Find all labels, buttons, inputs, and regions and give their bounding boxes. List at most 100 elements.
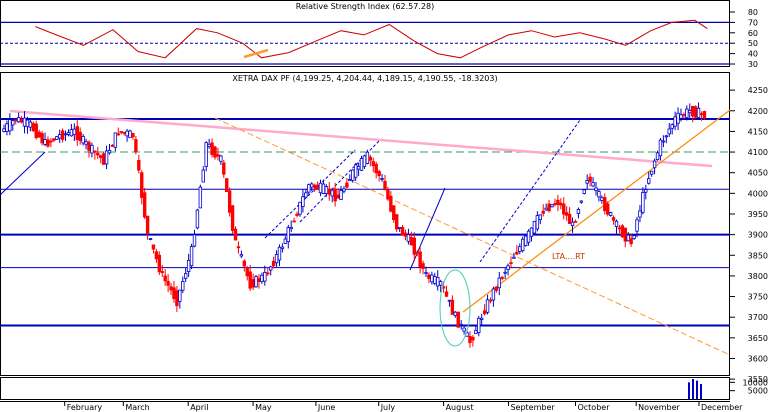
candle-body bbox=[268, 266, 273, 271]
candle-body bbox=[266, 272, 270, 275]
candle-body bbox=[535, 215, 540, 230]
candle-body bbox=[154, 251, 159, 260]
candle-body bbox=[532, 220, 537, 234]
candle-body bbox=[96, 152, 100, 156]
month-label: September bbox=[510, 403, 555, 412]
rsi-y-axis: 3040 5060 7080 bbox=[730, 8, 758, 69]
candle-body bbox=[614, 220, 619, 227]
candle-body bbox=[213, 146, 217, 158]
candle-body bbox=[509, 262, 513, 264]
candle-body bbox=[251, 279, 255, 288]
candle-body bbox=[137, 160, 141, 171]
candle-body bbox=[494, 286, 499, 291]
candle-body bbox=[46, 139, 50, 147]
candle-body bbox=[518, 246, 522, 252]
candle-body bbox=[696, 107, 701, 118]
candle-body bbox=[192, 234, 197, 247]
candle-body bbox=[295, 213, 299, 216]
candle-body bbox=[204, 142, 208, 167]
rsi-tick-label: 60 bbox=[748, 29, 758, 38]
candle-body bbox=[392, 205, 396, 221]
volume-tick-label: 5000 bbox=[748, 387, 768, 396]
candle-body bbox=[248, 271, 252, 289]
month-label: June bbox=[317, 403, 336, 412]
candle-body bbox=[69, 129, 74, 137]
candle-body bbox=[330, 190, 334, 197]
candle-body bbox=[207, 143, 211, 147]
candle-body bbox=[107, 150, 112, 154]
candle-body bbox=[559, 202, 563, 206]
candle-body bbox=[550, 204, 554, 208]
candle-body bbox=[638, 210, 642, 218]
candle-body bbox=[573, 220, 578, 223]
candle-body bbox=[702, 111, 707, 118]
candle-body bbox=[342, 188, 346, 192]
price-tick-label: 3850 bbox=[748, 251, 768, 260]
candle-body bbox=[87, 141, 91, 151]
candle-body bbox=[623, 227, 627, 242]
candle-body bbox=[603, 197, 607, 212]
price-tick-label: 4200 bbox=[748, 107, 768, 116]
candle-body bbox=[485, 299, 490, 313]
candle-body bbox=[397, 227, 402, 230]
month-label: October bbox=[577, 403, 610, 412]
candle-body bbox=[254, 276, 258, 288]
candle-body bbox=[403, 232, 408, 237]
candle-body bbox=[415, 251, 419, 254]
candle-body bbox=[104, 150, 109, 165]
candle-body bbox=[307, 184, 311, 193]
candle-body bbox=[512, 256, 516, 259]
candle-body bbox=[676, 112, 680, 124]
candle-body bbox=[606, 203, 610, 215]
candle-body bbox=[424, 272, 428, 274]
candle-body bbox=[351, 169, 355, 181]
rsi-tick-label: 80 bbox=[748, 8, 758, 17]
candle-body bbox=[260, 274, 264, 282]
candle-body bbox=[547, 203, 551, 212]
candle-body bbox=[488, 299, 493, 302]
price-tick-label: 3650 bbox=[748, 334, 768, 343]
candle-body bbox=[289, 226, 293, 230]
candle-body bbox=[667, 128, 671, 135]
rsi-tick-label: 70 bbox=[748, 18, 758, 27]
candle-body bbox=[617, 227, 622, 230]
candle-body bbox=[181, 281, 185, 291]
candle-body bbox=[421, 263, 425, 269]
candle-body bbox=[84, 141, 88, 145]
candle-body bbox=[134, 139, 138, 152]
candle-body bbox=[515, 251, 519, 255]
candle-body bbox=[591, 182, 595, 187]
price-tick-label: 3900 bbox=[748, 231, 768, 240]
candle-body bbox=[409, 237, 414, 246]
candle-body bbox=[40, 133, 44, 144]
month-label: November bbox=[638, 403, 680, 412]
candle-body bbox=[142, 192, 147, 218]
candle-body bbox=[195, 209, 200, 229]
candle-body bbox=[230, 205, 235, 231]
candle-body bbox=[477, 317, 481, 333]
candle-body bbox=[339, 190, 343, 200]
candle-body bbox=[688, 110, 692, 114]
candle-body bbox=[427, 274, 431, 279]
candle-body bbox=[172, 287, 176, 300]
candle-body bbox=[629, 238, 633, 245]
candle-body bbox=[386, 189, 390, 200]
candle-body bbox=[233, 228, 238, 241]
candle-body bbox=[406, 234, 411, 242]
candle-body bbox=[690, 105, 695, 117]
candle-body bbox=[626, 234, 630, 242]
candle-body bbox=[482, 310, 487, 315]
month-label: December bbox=[701, 403, 743, 412]
candle-body bbox=[93, 150, 97, 153]
candle-body bbox=[43, 139, 47, 145]
price-tick-label: 3950 bbox=[748, 210, 768, 219]
candle-body bbox=[453, 311, 458, 316]
month-label: May bbox=[255, 403, 272, 412]
candle-body bbox=[55, 136, 59, 140]
candle-body bbox=[301, 196, 305, 207]
candle-body bbox=[658, 139, 663, 157]
candle-body bbox=[312, 184, 317, 188]
candle-body bbox=[113, 132, 118, 148]
candle-body bbox=[395, 214, 399, 230]
candle-body bbox=[37, 131, 41, 138]
